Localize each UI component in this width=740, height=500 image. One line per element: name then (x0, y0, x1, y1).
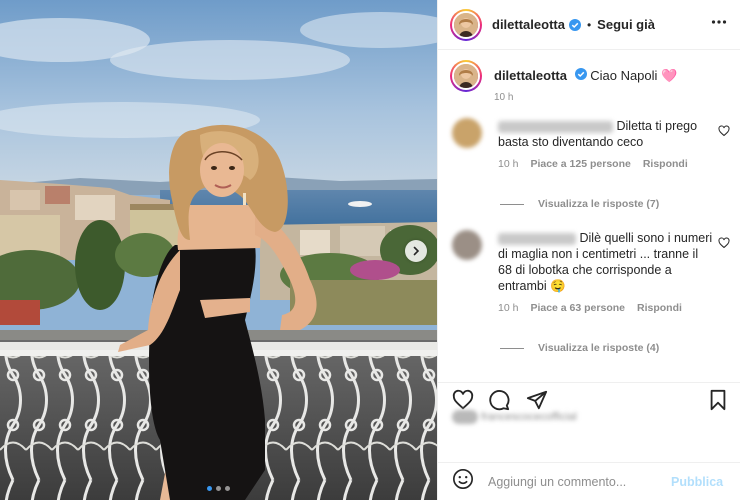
caption-avatar-photo (452, 62, 480, 90)
likers-summary[interactable]: francescocecofficial (452, 410, 732, 426)
photo-illustration (0, 0, 437, 500)
avatar-image (454, 64, 478, 88)
author-username[interactable]: dilettaleotta (492, 17, 565, 32)
comment-meta: 10 h Piace a 125 persone Rispondi (498, 156, 713, 172)
post-caption: dilettaleotta Ciao Napoli 🩷 10 h (450, 60, 677, 106)
commenter-avatar[interactable] (452, 230, 482, 260)
commenter-username[interactable] (498, 232, 576, 245)
caption-avatar[interactable] (450, 60, 482, 92)
chevron-right-icon (413, 246, 420, 256)
caption-time: 10 h (494, 92, 514, 103)
carousel-indicator (0, 486, 437, 491)
reply-button[interactable]: Rispondi (637, 300, 682, 316)
next-slide-button[interactable] (405, 240, 427, 262)
post-sidebar: dilettaleotta • Segui già dilettaleotta … (437, 0, 740, 500)
more-icon[interactable] (711, 14, 727, 35)
caption-username[interactable]: dilettaleotta (494, 68, 567, 83)
caption-body: dilettaleotta Ciao Napoli 🩷 10 h (494, 60, 677, 106)
likers-text: francescocecofficial (481, 410, 577, 423)
heart-icon[interactable] (718, 124, 730, 142)
commenter-avatar[interactable] (452, 118, 482, 148)
reply-button[interactable]: Rispondi (643, 156, 688, 172)
comment-likes[interactable]: Piace a 63 persone (530, 300, 625, 316)
avatar-image (454, 12, 478, 37)
post-header: dilettaleotta • Segui già (438, 0, 740, 50)
comment-time: 10 h (498, 158, 519, 170)
comment-item: Dilè quelli sono i numeri di maglia non … (452, 230, 732, 316)
comment-time: 10 h (498, 302, 519, 314)
commenter-username[interactable] (498, 120, 613, 133)
author-avatar[interactable] (450, 8, 482, 41)
comment-body: Diletta ti prego basta sto diventando ce… (498, 118, 713, 172)
view-replies-button[interactable]: Visualizza le risposte (4) (500, 342, 659, 354)
verified-badge-icon (574, 68, 587, 80)
view-replies-label: Visualizza le risposte (7) (538, 198, 660, 210)
publish-button[interactable]: Pubblica (671, 475, 723, 489)
comments-list[interactable]: dilettaleotta Ciao Napoli 🩷 10 h Diletta… (438, 50, 740, 382)
comment-item: Diletta ti prego basta sto diventando ce… (452, 118, 732, 172)
following-button[interactable]: Segui già (597, 17, 655, 32)
add-comment-bar: Pubblica (438, 462, 740, 500)
view-replies-button[interactable]: Visualizza le risposte (7) (500, 198, 659, 210)
instagram-post-modal: dilettaleotta • Segui già dilettaleotta … (0, 0, 740, 500)
emoji-icon[interactable] (452, 468, 474, 495)
post-actions (438, 382, 740, 412)
carousel-dot-1 (207, 486, 212, 491)
avatar-photo (452, 10, 480, 39)
replies-line (500, 203, 524, 205)
comment-meta: 10 h Piace a 63 persone Rispondi (498, 300, 713, 316)
likers-avatars (452, 410, 478, 424)
verified-badge-icon (568, 18, 581, 31)
view-replies-label: Visualizza le risposte (4) (538, 342, 660, 354)
carousel-dot-2 (216, 486, 221, 491)
comment-input[interactable] (488, 474, 663, 489)
post-photo[interactable] (0, 0, 437, 500)
comment-likes[interactable]: Piace a 125 persone (530, 156, 630, 172)
separator-bullet: • (586, 17, 592, 32)
comment-body: Dilè quelli sono i numeri di maglia non … (498, 230, 713, 316)
heart-icon[interactable] (718, 236, 730, 254)
carousel-dot-3 (225, 486, 230, 491)
replies-line (500, 347, 524, 349)
caption-text: Ciao Napoli 🩷 (590, 68, 678, 83)
